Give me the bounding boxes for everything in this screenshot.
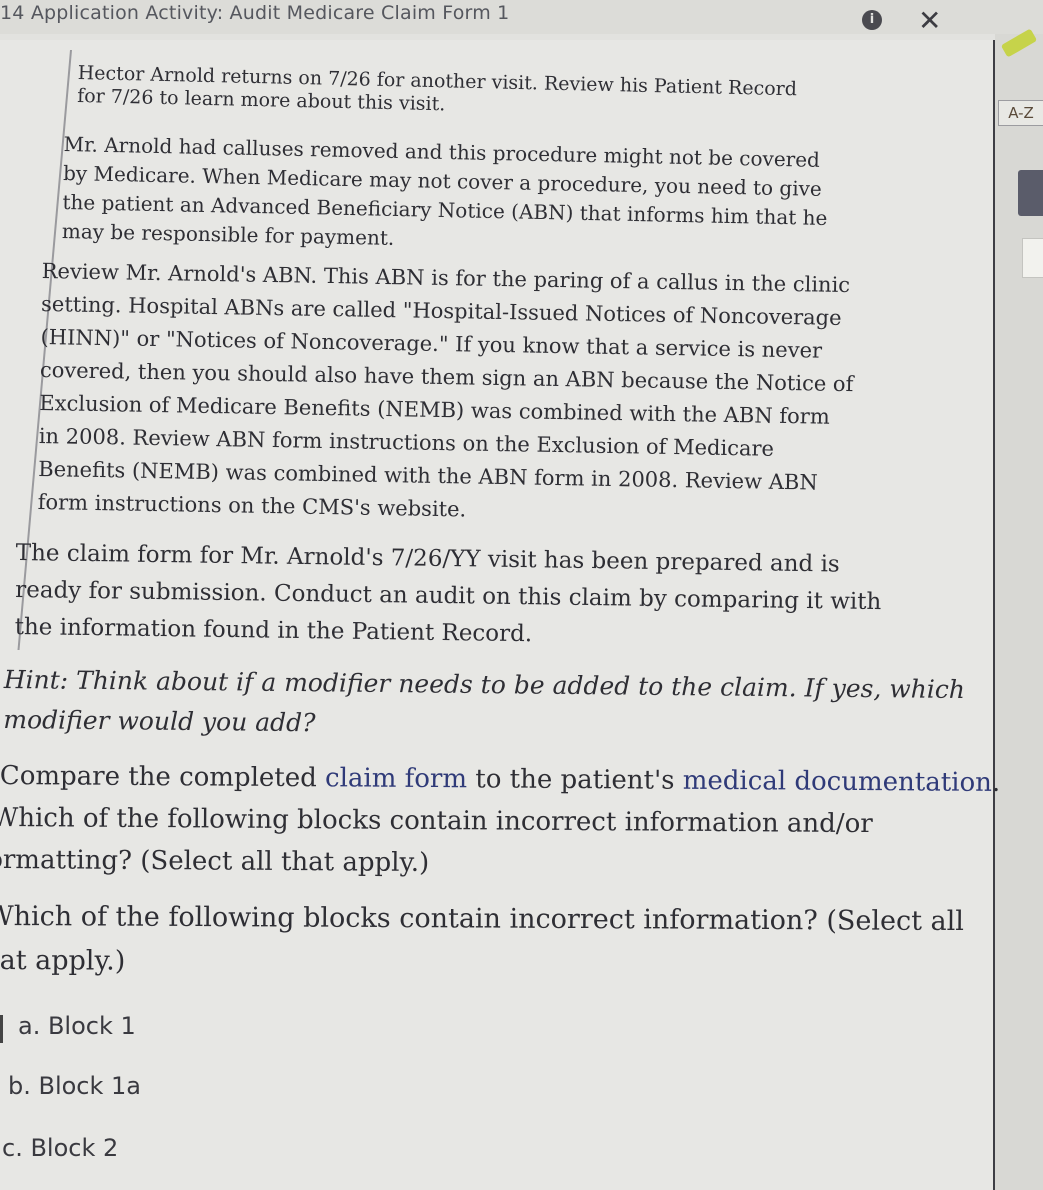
answer-option[interactable]: c. Block 2 (2, 1134, 118, 1162)
sidebar-tool-button[interactable] (1018, 170, 1043, 216)
text-line: Which of the following blocks contain in… (0, 900, 965, 938)
text-segment: to the patient's (466, 764, 683, 796)
text-line: Which of the following blocks contain in… (0, 802, 873, 840)
medicare-paragraph: Mr. Arnold had calluses removed and this… (62, 130, 829, 262)
sidebar-tab[interactable] (1022, 238, 1043, 278)
answer-option[interactable]: a. Block 1 (18, 1012, 136, 1040)
hint-paragraph: Hint: Think about if a modifier needs to… (3, 660, 965, 750)
compare-paragraph: Compare the completed claim form to the … (0, 755, 1000, 888)
title-bar: 14 Application Activity: Audit Medicare … (0, 0, 1043, 37)
answer-option[interactable]: b. Block 1a (8, 1072, 141, 1100)
text-segment: Compare the completed (0, 760, 326, 794)
text-line: at apply.) (0, 944, 126, 977)
option-indicator (0, 1015, 3, 1043)
info-icon[interactable]: i (862, 10, 882, 30)
glossary-button[interactable]: A-Z (998, 100, 1043, 126)
medical-documentation-link[interactable]: medical documentation (683, 766, 992, 798)
abn-paragraph: Review Mr. Arnold's ABN. This ABN is for… (37, 255, 855, 533)
question-prompt: Which of the following blocks contain in… (0, 895, 964, 988)
claim-paragraph: The claim form for Mr. Arnold's 7/26/YY … (14, 535, 882, 658)
claim-form-link[interactable]: claim form (325, 763, 467, 794)
text-segment: . (991, 767, 1001, 798)
activity-title: 14 Application Activity: Audit Medicare … (0, 2, 510, 24)
close-icon[interactable]: ✕ (918, 4, 941, 37)
text-line: ormatting? (Select all that apply.) (0, 844, 430, 878)
text-line: Compare the completed claim form to the … (0, 755, 1000, 804)
